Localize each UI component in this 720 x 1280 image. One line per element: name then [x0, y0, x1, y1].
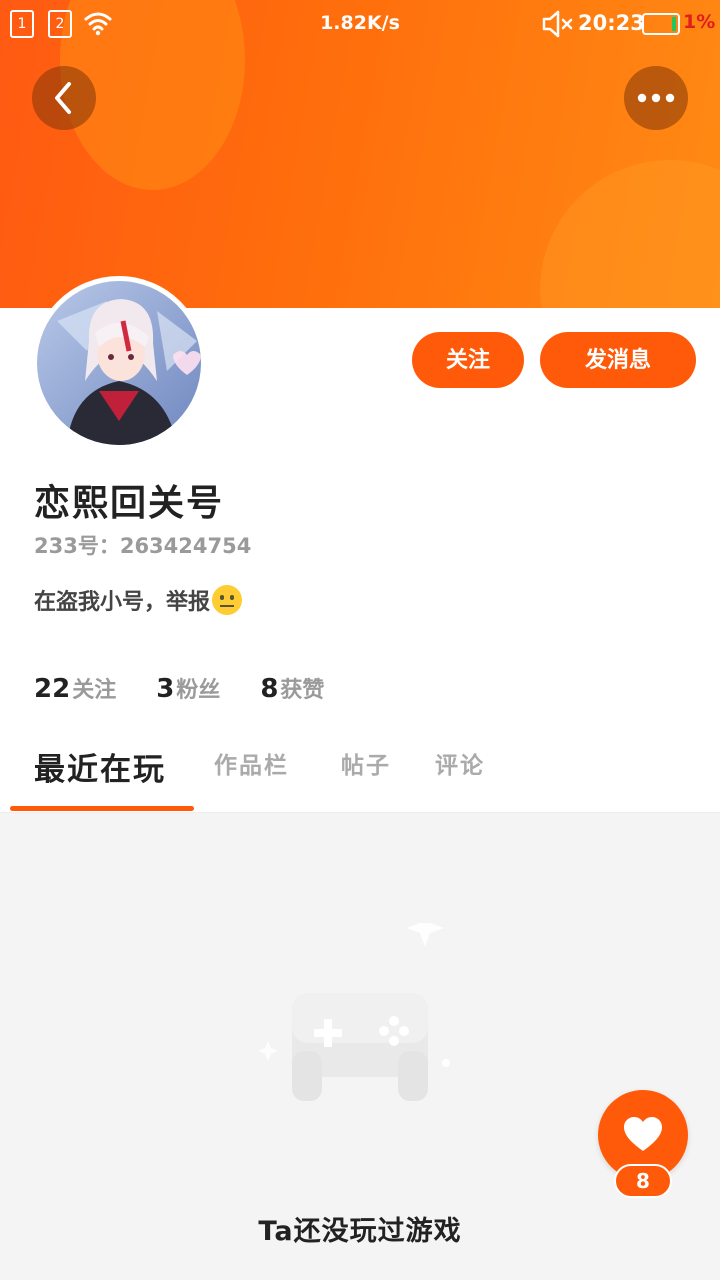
- stat-label: 获赞: [280, 678, 325, 703]
- more-options-button[interactable]: [624, 66, 688, 130]
- chevron-left-icon: [55, 82, 71, 114]
- tab-posts[interactable]: 帖子: [341, 746, 391, 780]
- tab-recently-played[interactable]: 最近在玩: [34, 744, 166, 789]
- stat-likes[interactable]: 8 获赞: [260, 672, 324, 704]
- grimacing-face-emoji: [212, 585, 243, 615]
- stat-value: 3: [156, 674, 175, 704]
- send-message-button[interactable]: 发消息: [540, 332, 696, 388]
- battery-percent: 1%: [683, 11, 716, 33]
- profile-stats: 22 关注 3 粉丝 8 获赞: [34, 672, 364, 704]
- network-speed: 1.82K/s: [320, 12, 400, 34]
- stat-following[interactable]: 22 关注: [34, 672, 116, 704]
- stat-value: 22: [34, 674, 71, 704]
- stat-label: 关注: [72, 678, 117, 703]
- more-horizontal-icon: [637, 93, 675, 103]
- stat-label: 粉丝: [176, 678, 221, 703]
- user-id: 233号：263424754: [34, 534, 252, 558]
- like-count-badge: 8: [614, 1164, 672, 1198]
- mute-icon: [542, 10, 573, 38]
- status-bar: 1 2 1.82K/s 20:23 1%: [0, 0, 720, 48]
- sim1-icon: 1: [10, 10, 34, 38]
- avatar[interactable]: [32, 276, 206, 450]
- battery-icon: [642, 13, 680, 35]
- tab-content-area: Ta还没玩过游戏: [0, 813, 720, 1280]
- bio-text: 在盗我小号，举报: [34, 590, 211, 615]
- stat-followers[interactable]: 3 粉丝: [156, 672, 220, 704]
- stat-value: 8: [260, 674, 279, 704]
- active-tab-indicator: [10, 806, 194, 811]
- profile-name: 恋熙回关号: [34, 483, 225, 524]
- gamepad-icon: [258, 923, 450, 1101]
- tab-comments[interactable]: 评论: [435, 746, 485, 780]
- tab-works[interactable]: 作品栏: [214, 746, 289, 780]
- heart-icon: [624, 1117, 662, 1151]
- profile-bio: 在盗我小号，举报: [34, 584, 243, 616]
- decorative-blob: [540, 160, 720, 308]
- follow-button[interactable]: 关注: [412, 332, 524, 388]
- profile-header-banner: 1 2 1.82K/s 20:23 1%: [0, 0, 720, 308]
- wifi-icon: [84, 12, 112, 36]
- sim2-icon: 2: [48, 10, 72, 38]
- clock: 20:23: [578, 11, 645, 35]
- avatar-image: [37, 281, 201, 445]
- empty-state-message: Ta还没玩过游戏: [258, 1216, 462, 1247]
- profile-tabs: 最近在玩 作品栏 帖子 评论: [0, 740, 720, 813]
- back-button[interactable]: [32, 66, 96, 130]
